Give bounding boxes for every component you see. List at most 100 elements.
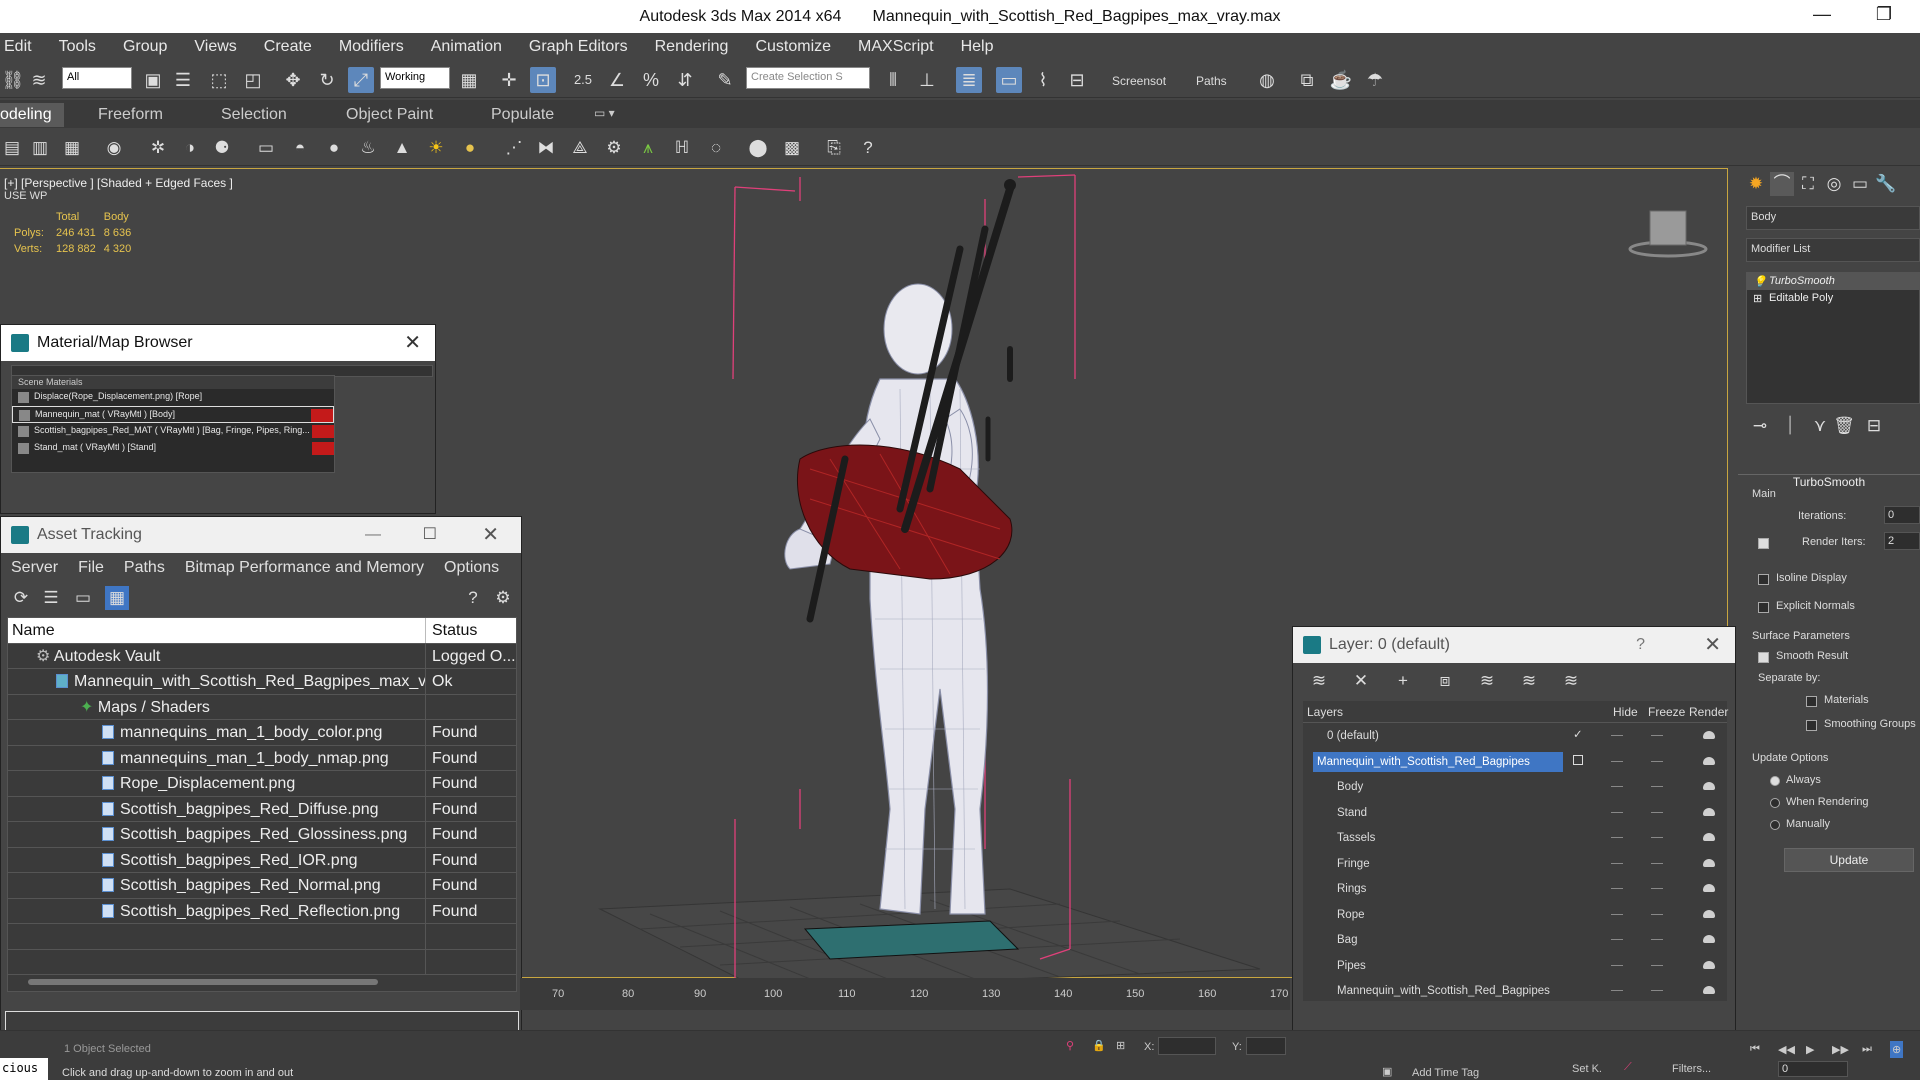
menu-tools[interactable]: Tools <box>59 38 96 56</box>
ribbon-options-icon[interactable]: ▭ ▾ <box>594 106 615 120</box>
cloth-icon[interactable]: ◌ <box>704 136 728 160</box>
remove-modifier-icon[interactable]: 🗑 <box>1832 414 1856 438</box>
object-row[interactable]: Bag <box>1303 927 1727 953</box>
make-unique-icon[interactable]: ⋎ <box>1808 414 1832 438</box>
x-coord-input[interactable] <box>1158 1037 1216 1055</box>
modifier-item[interactable]: ⊞ Editable Poly <box>1747 290 1919 307</box>
add-time-tag-label[interactable]: Add Time Tag <box>1412 1067 1479 1079</box>
menu-views[interactable]: Views <box>194 38 236 56</box>
column-status-header[interactable]: Status <box>426 618 516 643</box>
menu-paths[interactable]: Paths <box>124 559 165 577</box>
freeze-toggle[interactable] <box>1651 811 1663 813</box>
show-end-result-icon[interactable]: ⏐ <box>1778 414 1802 438</box>
export-icon[interactable]: ⎘ <box>822 136 846 160</box>
hide-toggle[interactable] <box>1611 913 1623 915</box>
expand-icon[interactable]: ⊞ <box>1753 292 1762 305</box>
render-iters-checkbox[interactable] <box>1758 538 1769 549</box>
render-toggle-icon[interactable] <box>1703 909 1715 918</box>
object-row[interactable]: Mannequin_with_Scottish_Red_Bagpipes <box>1303 978 1727 1004</box>
absolute-mode-icon[interactable]: ⊞ <box>1116 1039 1125 1052</box>
layer-manager-icon[interactable]: ≣ <box>956 67 982 93</box>
ribbon-toggle-icon[interactable]: ▭ <box>996 67 1022 93</box>
freeze-toggle[interactable] <box>1651 735 1663 736</box>
close-icon[interactable]: ✕ <box>482 517 499 553</box>
menu-create[interactable]: Create <box>264 38 312 56</box>
key-mode-icon[interactable]: ⟋ <box>1624 1061 1632 1074</box>
hide-toggle[interactable] <box>1611 735 1623 736</box>
link-icon[interactable]: ⛓ <box>0 67 26 93</box>
hierarchy-tab-icon[interactable]: ⛶ <box>1796 172 1820 196</box>
layer-row[interactable]: Mannequin_with_Scottish_Red_Bagpipes <box>1303 749 1727 775</box>
layer-checkbox[interactable] <box>1573 754 1583 765</box>
spinner-snap-icon[interactable]: ⇵ <box>672 67 698 93</box>
tab-modeling[interactable]: odeling <box>0 103 64 127</box>
table-row[interactable]: mannequins_man_1_body_nmap.png Found <box>8 745 516 771</box>
column-render[interactable]: Render <box>1689 705 1728 719</box>
menu-file[interactable]: File <box>78 559 104 577</box>
render-toggle-icon[interactable] <box>1703 756 1715 765</box>
render-toggle-icon[interactable] <box>1703 782 1715 790</box>
modifier-list-dropdown[interactable]: Modifier List <box>1746 238 1920 262</box>
render-setup-icon[interactable]: ⧉ <box>1294 67 1320 93</box>
pivot-icon[interactable]: ▦ <box>456 67 482 93</box>
object-row[interactable]: Tassels <box>1303 825 1727 851</box>
table-row[interactable]: Scottish_bagpipes_Red_Normal.png Found <box>8 873 516 899</box>
object-name-input[interactable]: Body <box>1746 206 1920 230</box>
table-row[interactable]: ✦ Maps / Shaders <box>8 694 516 720</box>
layer-row[interactable]: 0 (default) ✓ <box>1303 723 1727 749</box>
sphere-icon[interactable]: ● <box>322 136 346 160</box>
column-name-header[interactable]: Name <box>8 618 426 643</box>
menu-edit[interactable]: Edit <box>4 38 32 56</box>
update-button[interactable]: Update <box>1784 848 1914 872</box>
select-by-name-icon[interactable]: ☰ <box>170 67 196 93</box>
active-layer-check-icon[interactable]: ✓ <box>1573 727 1583 741</box>
graphite-icon[interactable]: ▥ <box>28 136 52 160</box>
hide-toggle[interactable] <box>1611 811 1623 813</box>
percent-snap-icon[interactable]: % <box>638 67 664 93</box>
menu-server[interactable]: Server <box>11 559 58 577</box>
reference-coord-dropdown[interactable]: Working <box>380 67 450 89</box>
materials-checkbox[interactable] <box>1806 696 1817 707</box>
lights-icon[interactable]: ⚈ <box>210 136 234 160</box>
motion-tab-icon[interactable]: ◎ <box>1822 172 1846 196</box>
menu-modifiers[interactable]: Modifiers <box>339 38 404 56</box>
tab-freeform[interactable]: Freeform <box>98 106 163 124</box>
add-to-layer-icon[interactable]: + <box>1391 669 1415 693</box>
previous-frame-icon[interactable]: ◀◀ <box>1778 1043 1795 1056</box>
modifier-item[interactable]: 💡 TurboSmooth <box>1747 273 1919 290</box>
light-list-icon[interactable]: ◉ <box>102 136 126 160</box>
curve-editor-icon[interactable]: ⌇ <box>1030 67 1056 93</box>
menu-graph-editors[interactable]: Graph Editors <box>529 38 628 56</box>
render-toggle-icon[interactable] <box>1703 884 1715 892</box>
next-frame-icon[interactable]: ▶▶ <box>1832 1043 1849 1056</box>
render-toggle-icon[interactable] <box>1703 858 1715 867</box>
hide-toggle[interactable] <box>1611 939 1623 940</box>
menu-maxscript[interactable]: MAXScript <box>858 38 934 56</box>
render-toggle-icon[interactable] <box>1703 986 1715 994</box>
thumbnail-view-icon[interactable]: ▭ <box>71 586 95 610</box>
paths-label[interactable]: Paths <box>1196 74 1227 88</box>
maximize-icon[interactable]: ☐ <box>423 517 437 553</box>
sun-icon[interactable]: ☀ <box>424 136 448 160</box>
table-row[interactable]: Scottish_bagpipes_Red_Glossiness.png Foun… <box>8 822 516 848</box>
display-tab-icon[interactable]: ▭ <box>1848 172 1872 196</box>
material-sphere-icon[interactable]: ⬤ <box>746 136 770 160</box>
table-row[interactable]: Rope_Displacement.png Found <box>8 771 516 797</box>
window-crossing-icon[interactable]: ◰ <box>240 67 266 93</box>
iterations-spinner[interactable]: 0 <box>1884 506 1920 524</box>
render-toggle-icon[interactable] <box>1703 935 1715 943</box>
render-toggle-icon[interactable] <box>1703 731 1715 739</box>
screenshot-label[interactable]: Screensot <box>1112 74 1166 88</box>
menu-help[interactable]: Help <box>961 38 994 56</box>
snap-toggle-icon[interactable]: 2.5 <box>570 67 596 93</box>
smooth-result-checkbox[interactable] <box>1758 652 1769 663</box>
hide-toggle[interactable] <box>1611 964 1623 966</box>
render-icon[interactable]: ☂ <box>1362 67 1388 93</box>
tab-populate[interactable]: Populate <box>491 106 554 124</box>
object-row[interactable]: Rings <box>1303 876 1727 902</box>
close-icon[interactable]: ✕ <box>404 325 421 361</box>
hide-toggle[interactable] <box>1611 888 1623 889</box>
mirror-icon[interactable]: ⫴ <box>880 67 906 93</box>
rotate-icon[interactable]: ↻ <box>314 67 340 93</box>
set-key-label[interactable]: Set K. <box>1572 1063 1602 1075</box>
